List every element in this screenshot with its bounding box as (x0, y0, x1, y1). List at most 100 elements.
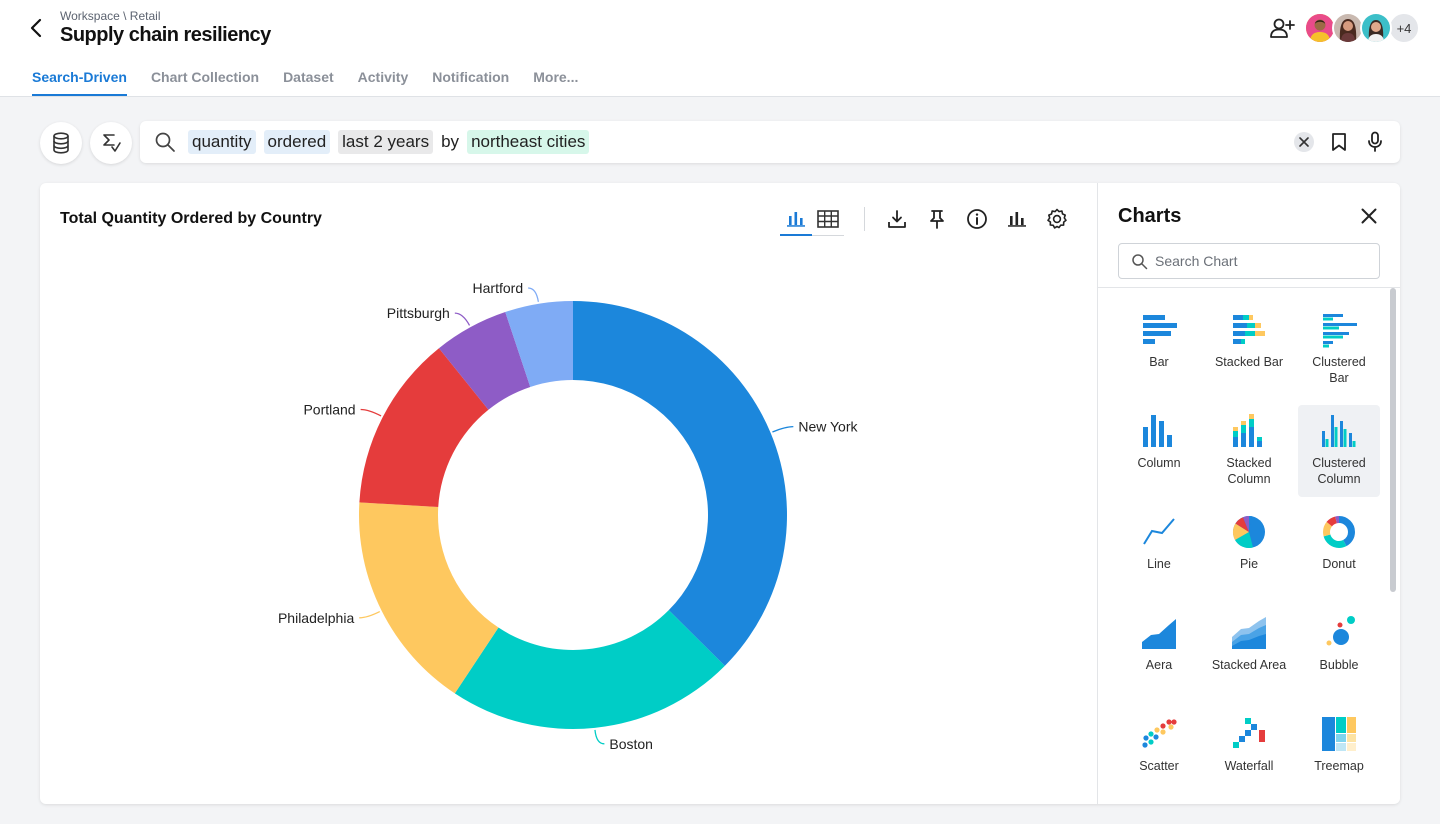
search-token[interactable]: quantity (188, 130, 256, 154)
pin-icon[interactable] (921, 203, 953, 235)
chart-option-label: Bubble (1319, 658, 1359, 672)
chart-option-label: Column (1137, 456, 1181, 470)
column-icon (1143, 415, 1172, 447)
chart-option-scatter[interactable]: Scatter (1118, 708, 1200, 800)
database-icon (53, 132, 69, 154)
search-token[interactable]: ordered (263, 130, 331, 154)
chart-option-treemap[interactable]: Treemap (1298, 708, 1380, 800)
tab-dataset[interactable]: Dataset (283, 60, 334, 96)
back-arrow-icon[interactable] (24, 16, 48, 40)
chart-option-stacked-bar[interactable]: Stacked Bar (1208, 304, 1290, 396)
page-title: Supply chain resiliency (60, 24, 271, 46)
chart-title: Total Quantity Ordered by Country (60, 210, 322, 227)
waterfall-icon (1233, 718, 1265, 748)
slice-label-hartford: Hartford (473, 280, 524, 296)
label-leader-portland (360, 408, 382, 417)
search-bar[interactable]: quantity ordered last 2 years by northea… (140, 121, 1400, 163)
chart-option-label: Waterfall (1224, 759, 1274, 773)
chart-option-label: Stacked Area (1211, 658, 1287, 672)
label-leader-pittsburgh (454, 312, 471, 326)
stacked-area-icon (1232, 617, 1266, 649)
view-toggle (780, 203, 844, 236)
bubble-icon (1326, 616, 1355, 646)
bookmark-icon[interactable] (1328, 131, 1350, 153)
chart-option-label: Treemap (1314, 759, 1364, 773)
chart-view-icon[interactable] (780, 203, 812, 236)
chart-option-waterfall[interactable]: Waterfall (1208, 708, 1290, 800)
search-token[interactable]: by (441, 130, 459, 154)
chart-option-label: Scatter (1139, 759, 1179, 773)
slice-label-boston: Boston (609, 736, 653, 752)
chart-option-bar[interactable]: Bar (1118, 304, 1200, 396)
chart-option-label: Line (1147, 557, 1171, 571)
download-icon[interactable] (881, 203, 913, 235)
label-leader-new-york (772, 425, 794, 433)
chart-option-label: Donut (1322, 557, 1356, 571)
chart-search-input[interactable] (1155, 244, 1375, 278)
database-button[interactable] (40, 122, 82, 164)
panel-title: Charts (1118, 205, 1182, 227)
search-token[interactable]: last 2 years (338, 130, 434, 154)
donut-chart-svg: New York Boston Philadelphia Portland Pittsb… (278, 280, 859, 752)
tab-search-driven[interactable]: Search-Driven (32, 60, 127, 96)
microphone-icon[interactable] (1364, 131, 1386, 153)
settings-gear-icon[interactable] (1041, 203, 1073, 235)
treemap-icon (1322, 717, 1356, 751)
chart-option-label: Clustered Column (1312, 456, 1366, 486)
chart-option-label: Bar (1149, 355, 1169, 369)
avatar[interactable] (1360, 12, 1392, 44)
app-header: Workspace \ Retail Supply chain resilien… (0, 0, 1440, 97)
tab-more[interactable]: More... (533, 60, 578, 96)
chart-option-label: Stacked Column (1226, 456, 1272, 486)
toolbar-divider (864, 207, 865, 231)
chart-option-clustered-bar[interactable]: Clustered Bar (1298, 304, 1380, 396)
chart-option-column[interactable]: Column (1118, 405, 1200, 497)
formula-icon (103, 134, 121, 152)
search-icon (1131, 253, 1148, 275)
clear-search-icon[interactable] (1294, 132, 1314, 152)
table-view-icon[interactable] (812, 203, 844, 235)
search-tokens[interactable]: quantity ordered last 2 years by northea… (188, 129, 590, 155)
chart-option-label: Pie (1239, 557, 1259, 571)
chart-option-clustered-column[interactable]: Clustered Column (1298, 405, 1380, 497)
chart-type-grid: Bar Stacked Bar Clustered Bar Column Sta… (1118, 304, 1388, 800)
chart-search-field[interactable] (1118, 243, 1380, 279)
panel-scrollbar[interactable] (1390, 288, 1396, 592)
tab-bar: Search-Driven Chart Collection Dataset A… (32, 60, 578, 97)
tab-chart-collection[interactable]: Chart Collection (151, 60, 259, 96)
donut-slice-new-york[interactable] (573, 301, 787, 666)
stacked-bar-icon (1233, 315, 1265, 344)
pie-icon (1232, 516, 1265, 549)
bar-icon (1143, 315, 1177, 344)
slice-label-portland: Portland (303, 402, 355, 418)
chart-option-donut[interactable]: Donut (1298, 506, 1380, 598)
chart-option-bubble[interactable]: Bubble (1298, 607, 1380, 699)
donut-icon (1323, 516, 1355, 548)
chart-option-label: Stacked Bar (1214, 355, 1284, 369)
breadcrumb[interactable]: Workspace \ Retail (60, 9, 160, 23)
line-icon (1143, 518, 1175, 545)
slice-label-pittsburgh: Pittsburgh (387, 305, 450, 321)
close-icon[interactable] (1358, 205, 1380, 227)
search-token[interactable]: northeast cities (467, 130, 590, 154)
scatter-icon (1142, 719, 1177, 748)
chart-option-label: Clustered Bar (1312, 355, 1366, 385)
donut-chart: New York Boston Philadelphia Portland Pittsb… (40, 243, 1097, 804)
chart-option-area[interactable]: Aera (1118, 607, 1200, 699)
tab-notification[interactable]: Notification (432, 60, 509, 96)
clustered-column-icon (1322, 415, 1356, 447)
tab-activity[interactable]: Activity (358, 60, 409, 96)
chart-type-icon[interactable] (1001, 203, 1033, 235)
info-icon[interactable] (961, 203, 993, 235)
label-leader-hartford (528, 287, 540, 302)
more-collaborators-badge[interactable]: +4 (1388, 12, 1420, 44)
chart-option-line[interactable]: Line (1118, 506, 1200, 598)
formula-button[interactable] (90, 122, 132, 164)
chart-option-stacked-column[interactable]: Stacked Column (1208, 405, 1290, 497)
collaborators: +4 (1268, 12, 1420, 44)
chart-option-pie[interactable]: Pie (1208, 506, 1290, 598)
avatar-group[interactable]: +4 (1304, 12, 1420, 44)
charts-panel: Charts Bar Stacked Bar Cl (1097, 183, 1400, 804)
chart-option-stacked-area[interactable]: Stacked Area (1208, 607, 1290, 699)
add-user-icon[interactable] (1268, 14, 1296, 42)
